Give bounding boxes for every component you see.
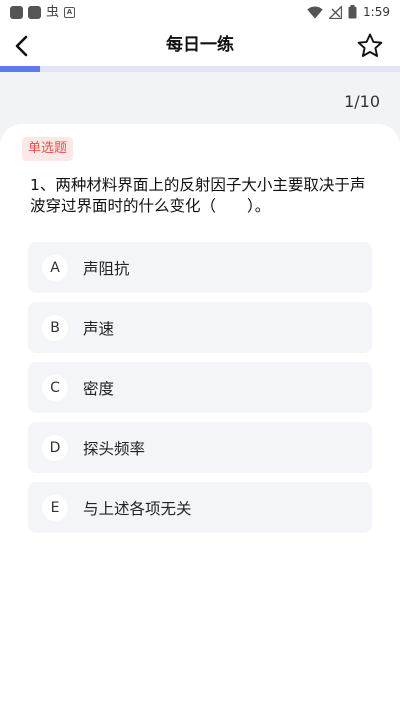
option-text: 声速: [83, 319, 115, 338]
notification-app-icon: [10, 5, 23, 19]
option-b[interactable]: B 声速: [28, 302, 372, 353]
question-counter: 1/10: [344, 92, 380, 111]
option-a[interactable]: A 声阻抗: [28, 242, 372, 293]
option-letter: D: [42, 434, 68, 461]
page-title: 每日一练: [166, 35, 234, 55]
option-c[interactable]: C 密度: [28, 362, 372, 413]
back-button[interactable]: [14, 31, 50, 61]
a-notification-icon: A: [64, 6, 76, 18]
wifi-icon: [307, 5, 323, 18]
no-signal-icon: [329, 5, 343, 19]
notification-app-icon-2: [28, 5, 41, 19]
option-letter: B: [42, 314, 68, 341]
bug-icon: 虫: [46, 4, 60, 20]
question-card: 单选题 1、两种材料界面上的反射因子大小主要取决于声波穿过界面时的什么变化（ ）…: [0, 124, 400, 712]
progress-bar: [0, 66, 400, 72]
question-text: 1、两种材料界面上的反射因子大小主要取决于声波穿过界面时的什么变化（ ）。: [30, 176, 366, 215]
option-e[interactable]: E 与上述各项无关: [28, 482, 372, 533]
status-bar: 虫 A 1:59: [0, 0, 400, 24]
option-letter: A: [42, 254, 68, 281]
battery-icon: [348, 5, 357, 19]
options-list: A 声阻抗 B 声速 C 密度 D 探头频率 E 与上述各项无关: [28, 242, 372, 542]
screen: 虫 A 1:59 每日一练 1/10 单选题 1、两种材料界面上的反射因子大小主…: [0, 0, 400, 712]
status-bar-notifications: 虫 A: [10, 4, 76, 20]
status-time: 1:59: [363, 5, 390, 19]
progress-bar-fill: [0, 66, 40, 72]
option-letter: C: [42, 374, 68, 401]
favorite-button[interactable]: [356, 31, 384, 59]
option-text: 探头频率: [83, 439, 146, 458]
option-text: 声阻抗: [83, 259, 130, 278]
option-text: 密度: [83, 379, 115, 398]
question-type-badge: 单选题: [22, 137, 74, 161]
status-bar-system: 1:59: [307, 5, 390, 19]
option-text: 与上述各项无关: [83, 499, 192, 518]
chevron-left-icon: [15, 35, 28, 57]
option-letter: E: [42, 494, 68, 521]
option-d[interactable]: D 探头频率: [28, 422, 372, 473]
app-header: 每日一练: [0, 24, 400, 66]
star-icon: [357, 33, 383, 57]
